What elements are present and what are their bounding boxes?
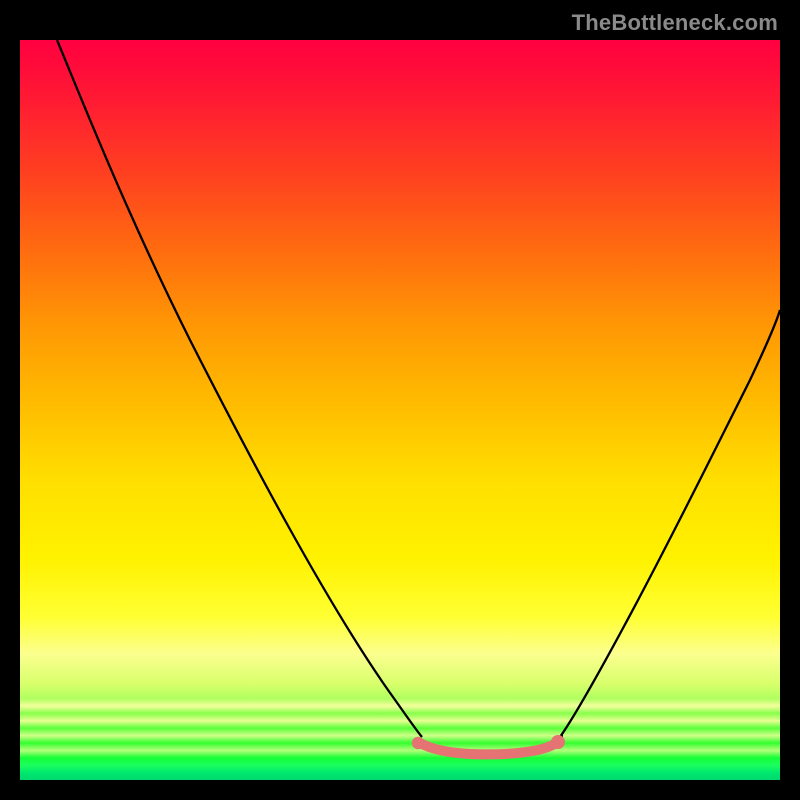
plateau-left-dot — [412, 737, 424, 749]
right-curve — [560, 310, 780, 737]
watermark-text: TheBottleneck.com — [572, 10, 778, 36]
plateau-segment — [420, 743, 556, 754]
left-curve — [57, 40, 422, 737]
chart-frame — [20, 40, 780, 780]
plateau-right-dot — [551, 735, 565, 749]
chart-svg-layer — [20, 40, 780, 780]
